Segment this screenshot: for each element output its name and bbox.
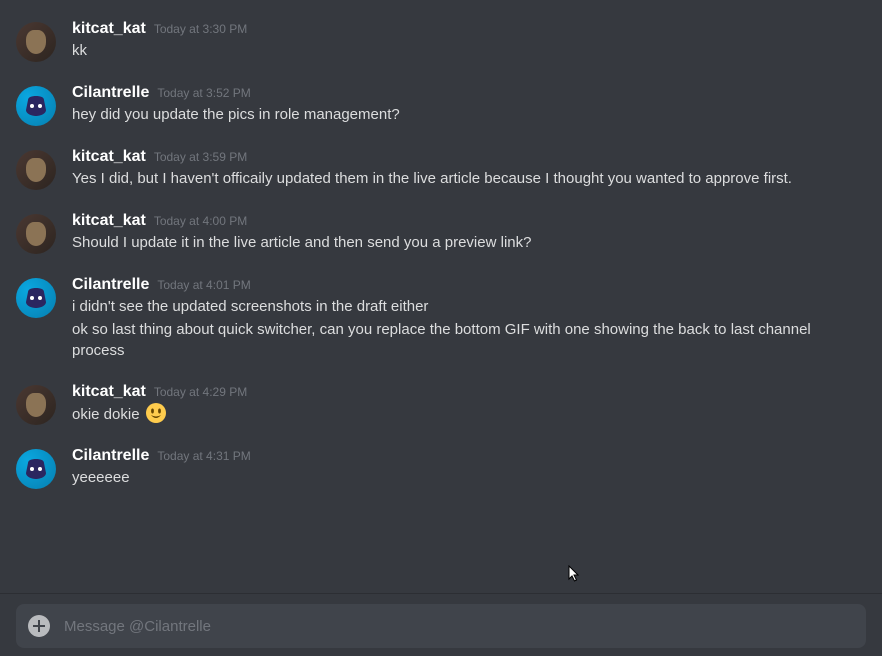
message-content: kitcat_kat Today at 4:29 PM okie dokie — [72, 383, 866, 425]
timestamp: Today at 4:31 PM — [157, 449, 250, 463]
message-group: kitcat_kat Today at 3:59 PM Yes I did, b… — [16, 146, 866, 192]
avatar[interactable] — [16, 22, 56, 62]
message-text: Yes I did, but I haven't officaily updat… — [72, 168, 866, 189]
message-content: kitcat_kat Today at 4:00 PM Should I upd… — [72, 212, 866, 254]
message-content: kitcat_kat Today at 3:30 PM kk — [72, 20, 866, 62]
timestamp: Today at 4:01 PM — [157, 278, 250, 292]
avatar[interactable] — [16, 86, 56, 126]
message-input-box[interactable] — [16, 604, 866, 648]
timestamp: Today at 3:52 PM — [157, 86, 250, 100]
avatar[interactable] — [16, 278, 56, 318]
timestamp: Today at 4:29 PM — [154, 385, 247, 399]
username[interactable]: kitcat_kat — [72, 148, 146, 166]
message-group: kitcat_kat Today at 4:29 PM okie dokie — [16, 381, 866, 427]
message-input[interactable] — [64, 618, 854, 635]
username[interactable]: Cilantrelle — [72, 84, 149, 102]
message-content: kitcat_kat Today at 3:59 PM Yes I did, b… — [72, 148, 866, 190]
timestamp: Today at 3:30 PM — [154, 22, 247, 36]
timestamp: Today at 4:00 PM — [154, 214, 247, 228]
message-text: yeeeeee — [72, 467, 866, 488]
username[interactable]: kitcat_kat — [72, 212, 146, 230]
avatar[interactable] — [16, 214, 56, 254]
message-group: Cilantrelle Today at 4:01 PM i didn't se… — [16, 274, 866, 363]
message-text-part: okie dokie — [72, 406, 144, 423]
add-attachment-button[interactable] — [28, 615, 50, 637]
message-text: ok so last thing about quick switcher, c… — [72, 319, 866, 361]
username[interactable]: Cilantrelle — [72, 276, 149, 294]
avatar[interactable] — [16, 385, 56, 425]
input-area — [0, 593, 882, 656]
message-text: hey did you update the pics in role mana… — [72, 104, 866, 125]
timestamp: Today at 3:59 PM — [154, 150, 247, 164]
message-content: Cilantrelle Today at 4:01 PM i didn't se… — [72, 276, 866, 361]
message-text: kk — [72, 40, 866, 61]
message-list: kitcat_kat Today at 3:30 PM kk Cilantrel… — [0, 0, 882, 600]
avatar[interactable] — [16, 449, 56, 489]
message-content: Cilantrelle Today at 3:52 PM hey did you… — [72, 84, 866, 126]
avatar[interactable] — [16, 150, 56, 190]
message-text: Should I update it in the live article a… — [72, 232, 866, 253]
message-text: okie dokie — [72, 403, 866, 425]
smile-emoji-icon — [146, 403, 166, 423]
username[interactable]: kitcat_kat — [72, 20, 146, 38]
message-content: Cilantrelle Today at 4:31 PM yeeeeee — [72, 447, 866, 489]
username[interactable]: Cilantrelle — [72, 447, 149, 465]
message-group: kitcat_kat Today at 4:00 PM Should I upd… — [16, 210, 866, 256]
message-group: kitcat_kat Today at 3:30 PM kk — [16, 18, 866, 64]
message-group: Cilantrelle Today at 4:31 PM yeeeeee — [16, 445, 866, 491]
message-group: Cilantrelle Today at 3:52 PM hey did you… — [16, 82, 866, 128]
username[interactable]: kitcat_kat — [72, 383, 146, 401]
message-text: i didn't see the updated screenshots in … — [72, 296, 866, 317]
